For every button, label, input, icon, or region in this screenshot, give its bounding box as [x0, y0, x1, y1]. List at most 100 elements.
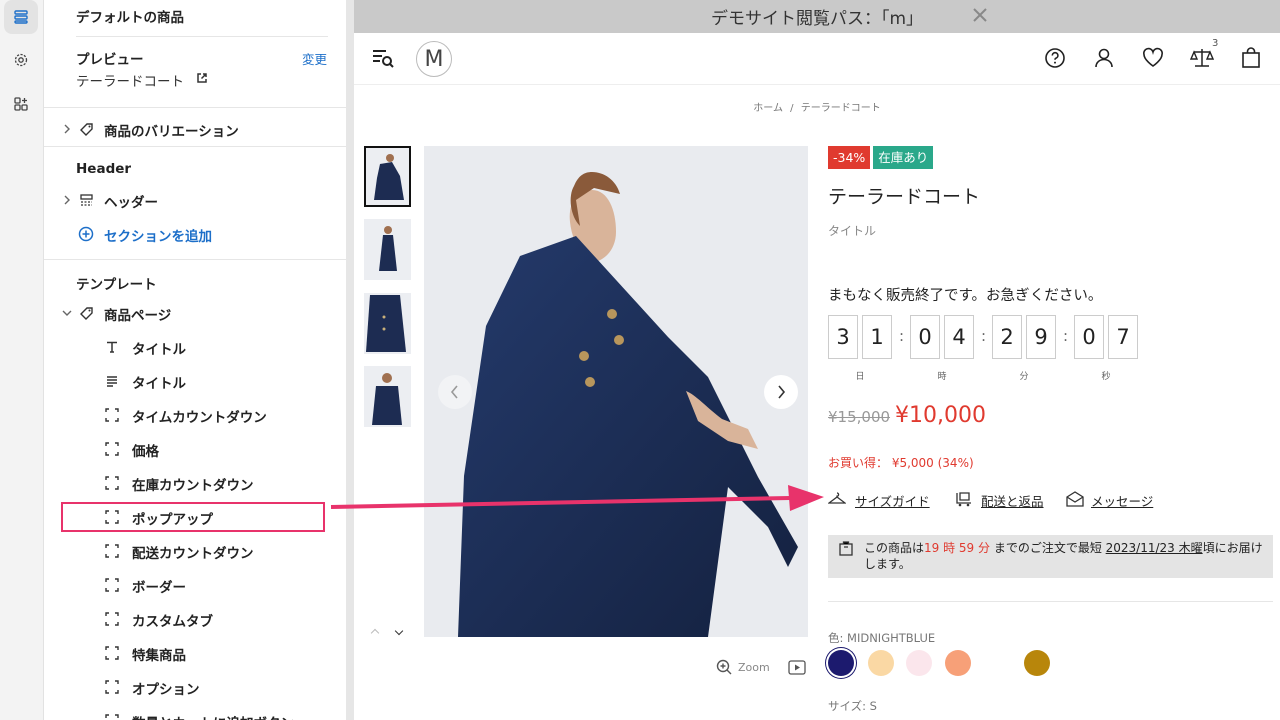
countdown-digit: 4 — [944, 315, 974, 359]
next-image-button[interactable] — [764, 375, 798, 409]
size-guide-link[interactable]: サイズガイド — [855, 491, 930, 510]
message-link[interactable]: メッセージ — [1091, 491, 1153, 510]
block-item-custom-tab[interactable]: カスタムタブ — [44, 604, 346, 634]
block-item-price[interactable]: 価格 — [44, 434, 346, 464]
add-section-button[interactable]: セクションを追加 — [104, 225, 212, 245]
countdown-digit: 3 — [828, 315, 858, 359]
zoom-icon[interactable] — [716, 659, 733, 680]
thumbnail-up-icon[interactable] — [370, 628, 380, 638]
cart-bag-icon[interactable] — [1238, 45, 1264, 71]
account-icon[interactable] — [1091, 45, 1117, 71]
product-title: テーラードコート — [828, 186, 981, 208]
countdown-digit: 7 — [1108, 315, 1138, 359]
lines-icon — [104, 373, 120, 389]
breadcrumb-home[interactable]: ホーム — [753, 103, 783, 114]
block-item-title[interactable]: タイトル — [44, 332, 346, 362]
video-play-icon[interactable] — [788, 660, 806, 679]
preview-product-link[interactable]: テーラードコート — [76, 70, 184, 90]
countdown-digit: 2 — [992, 315, 1022, 359]
chevron-right-icon[interactable] — [62, 193, 72, 207]
block-item-featured-product[interactable]: 特集商品 — [44, 638, 346, 668]
color-swatch[interactable] — [868, 650, 894, 676]
block-label: 価格 — [132, 444, 159, 460]
block-item-time-countdown[interactable]: タイムカウントダウン — [44, 400, 346, 430]
shipping-returns-link[interactable]: 配送と返品 — [981, 491, 1044, 510]
countdown-digit: 9 — [1026, 315, 1056, 359]
block-item-border[interactable]: ボーダー — [44, 570, 346, 600]
block-icon — [104, 407, 120, 423]
header-item[interactable]: ヘッダー — [104, 191, 158, 211]
breadcrumb: ホーム / テーラードコート — [354, 99, 1280, 114]
zoom-label[interactable]: Zoom — [738, 661, 770, 674]
block-item-shipping-countdown[interactable]: 配送カウントダウン — [44, 536, 346, 566]
color-swatch[interactable] — [906, 650, 932, 676]
block-label: タイトル — [132, 342, 186, 358]
variations-item[interactable]: 商品のバリエーション — [104, 120, 239, 140]
product-thumbnail[interactable] — [364, 219, 411, 280]
block-icon — [104, 679, 120, 695]
countdown-unit-minutes: 分 — [1019, 372, 1029, 382]
add-circle-icon[interactable] — [77, 225, 94, 242]
wishlist-heart-icon[interactable] — [1140, 45, 1166, 71]
block-label: 特集商品 — [132, 648, 186, 664]
default-product-heading: デフォルトの商品 — [76, 10, 184, 26]
preview-label: プレビュー — [76, 52, 144, 68]
color-swatch-selected[interactable] — [828, 650, 854, 676]
apps-icon[interactable] — [4, 87, 38, 121]
color-swatch[interactable] — [985, 650, 1011, 676]
countdown-colon: : — [899, 327, 905, 345]
delivery-date: 2023/11/23 木曜 — [1105, 541, 1203, 555]
highlight-annotation-box — [61, 502, 325, 532]
chevron-down-icon[interactable] — [60, 306, 74, 320]
chevron-left-icon — [450, 385, 458, 399]
help-icon[interactable] — [1042, 45, 1068, 71]
sale-price: ¥10,000 — [895, 403, 986, 428]
breadcrumb-current: テーラードコート — [800, 103, 881, 114]
block-icon — [104, 475, 120, 491]
theme-editor-panel: デフォルトの商品 プレビュー 変更 テーラードコート 商品のバリエーション He… — [44, 0, 346, 720]
prev-image-button[interactable] — [438, 375, 472, 409]
chevron-right-icon[interactable] — [62, 122, 72, 136]
product-main-image[interactable] — [424, 146, 808, 637]
product-subtitle: タイトル — [828, 224, 877, 238]
product-thumbnail[interactable] — [364, 146, 411, 207]
product-page-item[interactable]: 商品ページ — [104, 304, 171, 324]
block-item-options[interactable]: オプション — [44, 672, 346, 702]
block-label: オプション — [132, 682, 200, 698]
block-item-quantity-cart[interactable]: 数量とカートに追加ボタン — [44, 706, 346, 720]
block-item-title-text[interactable]: タイトル — [44, 366, 346, 396]
block-label: タイムカウントダウン — [132, 410, 267, 426]
compare-count: 3 — [1212, 38, 1219, 49]
product-thumbnail[interactable] — [364, 366, 411, 427]
block-icon — [104, 645, 120, 661]
block-icon — [104, 543, 120, 559]
savings-text: お買い得： ¥5,000 (34%) — [828, 456, 974, 470]
shipping-icon[interactable] — [955, 491, 973, 511]
size-guide-icon[interactable] — [827, 491, 847, 511]
delivery-pre: この商品は — [864, 541, 925, 555]
block-item-stock-countdown[interactable]: 在庫カウントダウン — [44, 468, 346, 498]
block-icon — [104, 713, 120, 720]
block-icon — [104, 441, 120, 457]
change-link[interactable]: 変更 — [302, 49, 327, 68]
external-link-icon[interactable] — [196, 72, 208, 84]
delivery-mid: までのご注文で最短 — [990, 541, 1106, 555]
color-swatch[interactable] — [1024, 650, 1050, 676]
close-icon[interactable] — [972, 7, 988, 27]
settings-gear-icon[interactable] — [4, 43, 38, 77]
countdown-unit-days: 日 — [855, 372, 865, 382]
menu-search-icon[interactable] — [370, 45, 396, 71]
color-swatch[interactable] — [945, 650, 971, 676]
package-icon — [838, 540, 854, 560]
sections-icon[interactable] — [4, 0, 38, 34]
block-label: 数量とカートに追加ボタン — [132, 712, 294, 720]
stock-badge: 在庫あり — [873, 146, 934, 169]
product-thumbnail[interactable] — [364, 293, 411, 354]
store-logo[interactable]: M — [416, 41, 452, 77]
message-envelope-icon[interactable] — [1066, 491, 1084, 511]
color-label: 色: MIDNIGHTBLUE — [828, 631, 936, 645]
thumbnail-down-icon[interactable] — [394, 626, 404, 636]
header-section-title: Header — [76, 161, 132, 177]
size-label: サイズ: S — [828, 699, 877, 713]
panel-scrollbar[interactable] — [346, 0, 354, 720]
